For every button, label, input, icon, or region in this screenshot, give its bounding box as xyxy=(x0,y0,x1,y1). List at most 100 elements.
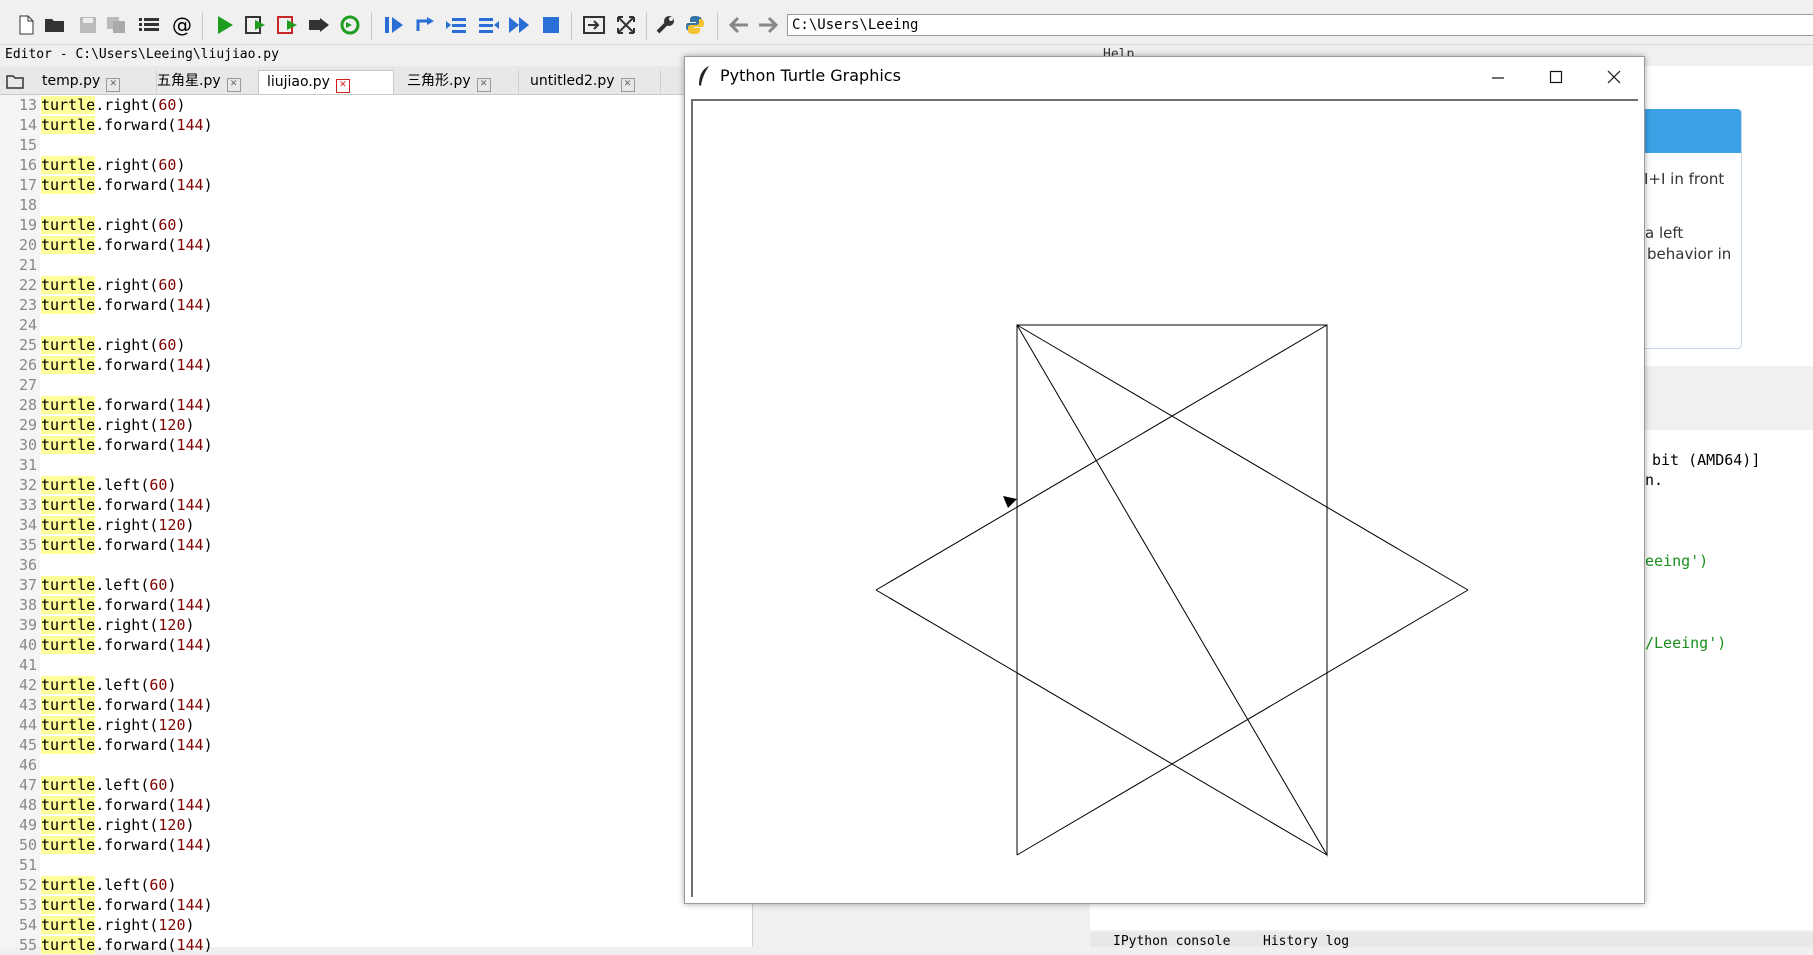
code-line[interactable]: 27 xyxy=(0,375,41,395)
code-line[interactable]: 24 xyxy=(0,315,41,335)
code-line[interactable]: 33 turtle.forward(144) xyxy=(0,495,213,515)
code-line[interactable]: 35 turtle.forward(144) xyxy=(0,535,213,555)
code-line[interactable]: 40 turtle.forward(144) xyxy=(0,635,213,655)
turtle-cursor xyxy=(1003,496,1017,508)
code-line[interactable]: 28 turtle.forward(144) xyxy=(0,395,213,415)
code-line[interactable]: 18 xyxy=(0,195,41,215)
code-line[interactable]: 38 turtle.forward(144) xyxy=(0,595,213,615)
code-token-object: turtle xyxy=(41,436,96,454)
code-line[interactable]: 26 turtle.forward(144) xyxy=(0,355,213,375)
wrench-icon[interactable] xyxy=(653,13,677,37)
save-all-icon[interactable] xyxy=(104,13,128,37)
step-into-icon[interactable] xyxy=(445,13,469,37)
at-icon[interactable]: @ xyxy=(170,13,194,37)
continue-icon[interactable] xyxy=(507,13,531,37)
maximize-pane-icon[interactable] xyxy=(582,13,606,37)
code-line[interactable]: 34 turtle.right(120) xyxy=(0,515,195,535)
step-icon[interactable] xyxy=(414,13,438,37)
run-cell-advance-icon[interactable] xyxy=(276,13,300,37)
code-line[interactable]: 54 turtle.right(120) xyxy=(0,915,195,935)
save-icon[interactable] xyxy=(76,13,100,37)
close-tab-icon[interactable]: ✕ xyxy=(335,79,350,93)
rerun-icon[interactable] xyxy=(338,13,362,37)
code-token-object: turtle xyxy=(41,336,96,354)
code-line[interactable]: 48 turtle.forward(144) xyxy=(0,795,213,815)
run-icon[interactable] xyxy=(213,13,237,37)
line-number: 45 xyxy=(18,736,37,754)
minimize-icon[interactable] xyxy=(1475,61,1521,93)
tab-liujiao[interactable]: liujiao.py ✕ xyxy=(258,70,394,94)
code-line[interactable]: 32 turtle.left(60) xyxy=(0,475,176,495)
code-line[interactable]: 45 turtle.forward(144) xyxy=(0,735,213,755)
tab-temp[interactable]: temp.py ✕ xyxy=(34,70,157,93)
fullscreen-icon[interactable] xyxy=(614,13,638,37)
code-line[interactable]: 36 xyxy=(0,555,41,575)
run-cell-icon[interactable] xyxy=(244,13,268,37)
code-line[interactable]: 55 turtle.forward(144) xyxy=(0,935,213,955)
code-line[interactable]: 30 turtle.forward(144) xyxy=(0,435,213,455)
code-line[interactable]: 47 turtle.left(60) xyxy=(0,775,176,795)
turtle-window-titlebar[interactable]: Python Turtle Graphics xyxy=(685,57,1644,97)
code-line[interactable]: 21 xyxy=(0,255,41,275)
code-line[interactable]: 46 xyxy=(0,755,41,775)
debug-icon[interactable] xyxy=(382,13,406,37)
code-token-number: 120 xyxy=(158,716,186,734)
code-token-call: .right( xyxy=(95,616,159,634)
code-line[interactable]: 39 turtle.right(120) xyxy=(0,615,195,635)
close-tab-icon[interactable]: ✕ xyxy=(226,78,241,92)
list-icon[interactable] xyxy=(137,13,161,37)
turtle-canvas[interactable] xyxy=(691,99,1638,897)
code-line[interactable]: 31 xyxy=(0,455,41,475)
code-line[interactable]: 49 turtle.right(120) xyxy=(0,815,195,835)
code-token-number: 60 xyxy=(149,676,168,694)
run-selection-icon[interactable] xyxy=(307,13,331,37)
code-line[interactable]: 25 turtle.right(60) xyxy=(0,335,186,355)
close-icon[interactable] xyxy=(1591,61,1637,93)
new-file-icon[interactable] xyxy=(14,13,38,37)
code-token-paren: ) xyxy=(203,936,213,954)
code-line[interactable]: 29 turtle.right(120) xyxy=(0,415,195,435)
code-line[interactable]: 19 turtle.right(60) xyxy=(0,215,186,235)
code-line[interactable]: 43 turtle.forward(144) xyxy=(0,695,213,715)
open-folder-icon[interactable] xyxy=(43,13,67,37)
code-line[interactable]: 20 turtle.forward(144) xyxy=(0,235,213,255)
back-arrow-icon[interactable] xyxy=(727,13,751,37)
close-tab-icon[interactable]: ✕ xyxy=(620,78,635,92)
tab-wujiaoxing[interactable]: 五角星.py ✕ xyxy=(149,70,264,93)
code-line[interactable]: 37 turtle.left(60) xyxy=(0,575,176,595)
code-line[interactable]: 41 xyxy=(0,655,41,675)
tab-untitled2[interactable]: untitled2.py ✕ xyxy=(522,70,661,93)
code-line[interactable]: 16 turtle.right(60) xyxy=(0,155,186,175)
step-return-icon[interactable] xyxy=(476,13,500,37)
code-editor[interactable]: 13 turtle.right(60) 14 turtle.forward(144) 1… xyxy=(0,95,753,954)
code-line[interactable]: 42 turtle.left(60) xyxy=(0,675,176,695)
code-line[interactable]: 51 xyxy=(0,855,41,875)
code-line[interactable]: 52 turtle.left(60) xyxy=(0,875,176,895)
code-line[interactable]: 23 turtle.forward(144) xyxy=(0,295,213,315)
code-line[interactable]: 15 xyxy=(0,135,41,155)
close-tab-icon[interactable]: ✕ xyxy=(106,78,121,92)
code-line[interactable]: 13 turtle.right(60) xyxy=(0,95,186,115)
code-line[interactable]: 50 turtle.forward(144) xyxy=(0,835,213,855)
code-token-paren: ) xyxy=(167,876,177,894)
code-line[interactable]: 44 turtle.right(120) xyxy=(0,715,195,735)
close-tab-icon[interactable]: ✕ xyxy=(476,78,491,92)
code-line[interactable]: 53 turtle.forward(144) xyxy=(0,895,213,915)
maximize-icon[interactable] xyxy=(1533,61,1579,93)
turtle-graphics-window[interactable]: Python Turtle Graphics xyxy=(684,56,1645,904)
stop-icon[interactable] xyxy=(539,13,563,37)
tab-sanjiaoxing[interactable]: 三角形.py ✕ xyxy=(399,70,519,93)
code-token-paren: ) xyxy=(176,276,186,294)
browse-tabs-icon[interactable] xyxy=(6,73,24,93)
code-token-number: 60 xyxy=(158,216,177,234)
code-line[interactable]: 17 turtle.forward(144) xyxy=(0,175,213,195)
code-line[interactable]: 22 turtle.right(60) xyxy=(0,275,186,295)
line-number: 19 xyxy=(18,216,37,234)
code-token-paren: ) xyxy=(185,516,195,534)
code-line[interactable]: 14 turtle.forward(144) xyxy=(0,115,213,135)
line-number: 48 xyxy=(18,796,37,814)
forward-arrow-icon[interactable] xyxy=(756,13,780,37)
python-icon[interactable] xyxy=(683,13,707,37)
working-directory-input[interactable]: C:\Users\Leeing xyxy=(787,14,1813,36)
code-token-number: 144 xyxy=(176,436,204,454)
